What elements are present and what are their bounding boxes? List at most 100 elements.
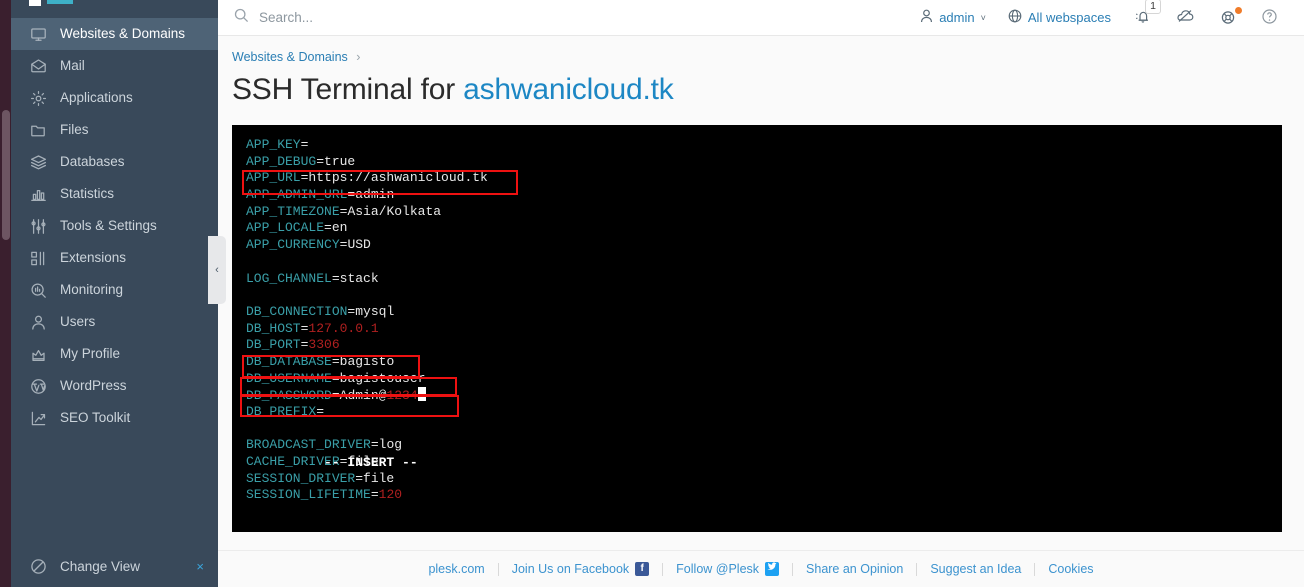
- footer-link-label: Share an Opinion: [806, 562, 904, 576]
- footer-link-follow-plesk[interactable]: Follow @Plesk: [663, 562, 792, 576]
- bar-chart-icon: [30, 186, 47, 203]
- sidebar-item-label: Applications: [60, 90, 133, 106]
- chevron-left-icon: ‹: [215, 264, 219, 276]
- env-key: DB_CONNECTION: [246, 303, 348, 319]
- terminal-line-app_locale: APP_LOCALE=en: [246, 220, 488, 237]
- sidebar-collapse-handle[interactable]: ‹: [208, 236, 226, 304]
- env-value: mysql: [355, 303, 395, 319]
- terminal-status-line: -- INSERT -- 19,23 6%: [246, 438, 1282, 522]
- webspaces-selector[interactable]: All webspaces: [997, 9, 1122, 26]
- sidebar-item-label: Mail: [60, 58, 85, 74]
- footer-link-plesk-com[interactable]: plesk.com: [415, 562, 497, 576]
- sidebar-item-websites-domains[interactable]: Websites & Domains: [11, 18, 218, 50]
- env-value: bagistouser: [339, 370, 426, 386]
- env-key: DB_DATABASE: [246, 353, 332, 369]
- terminal-line-db_connection: DB_CONNECTION=mysql: [246, 304, 488, 321]
- chevron-down-icon: ˅: [980, 12, 986, 23]
- sidebar: Websites & Domains Mail Applications Files D…: [11, 0, 218, 587]
- sidebar-item-wordpress[interactable]: WordPress: [11, 370, 218, 402]
- help-button[interactable]: [1249, 8, 1290, 28]
- breadcrumb: Websites & Domains ›: [218, 36, 1304, 64]
- env-value: USD: [347, 237, 371, 253]
- env-key: APP_DEBUG: [246, 153, 317, 169]
- change-view-label: Change View: [60, 558, 141, 574]
- env-key: DB_HOST: [246, 320, 301, 336]
- sidebar-item-label: Websites & Domains: [60, 26, 186, 42]
- env-equals: =: [331, 370, 340, 386]
- logo-wordmark-icon: [47, 0, 73, 4]
- change-view-close-icon[interactable]: ×: [196, 559, 204, 574]
- change-view-button[interactable]: Change View ×: [11, 558, 218, 575]
- envelope-icon: [30, 58, 47, 75]
- sidebar-item-label: Tools & Settings: [60, 218, 157, 234]
- footer-link-join-us-on-facebook[interactable]: Join Us on Facebook f: [499, 562, 662, 576]
- breadcrumb-link-websites-domains[interactable]: Websites & Domains: [232, 50, 348, 64]
- env-key: APP_KEY: [246, 137, 301, 152]
- left-accent-strip: [0, 0, 11, 587]
- sidebar-item-label: Files: [60, 122, 89, 138]
- plesk-logo[interactable]: [11, 0, 218, 18]
- env-value: Asia/Kolkata: [347, 203, 442, 219]
- sidebar-item-label: My Profile: [60, 346, 121, 362]
- terminal-line-app_key: APP_KEY=: [246, 137, 488, 154]
- notifications-button[interactable]: 1: [1122, 0, 1164, 28]
- env-equals: =: [331, 353, 340, 369]
- user-menu[interactable]: admin ˅: [909, 9, 997, 26]
- sidebar-item-mail[interactable]: Mail: [11, 50, 218, 82]
- terminal-line-app_timezone: APP_TIMEZONE=Asia/Kolkata: [246, 204, 488, 221]
- env-value: bagisto: [339, 353, 395, 369]
- ssh-terminal[interactable]: APP_KEY= APP_DEBUG=true APP_URL=https://as…: [232, 125, 1282, 532]
- sidebar-item-tools-settings[interactable]: Tools & Settings: [11, 210, 218, 242]
- sidebar-item-databases[interactable]: Databases: [11, 146, 218, 178]
- logo-mark-icon: [29, 0, 41, 6]
- terminal-line-app_debug: APP_DEBUG=true: [246, 154, 488, 171]
- support-button[interactable]: [1207, 6, 1249, 28]
- terminal-wrapper: APP_KEY= APP_DEBUG=true APP_URL=https://as…: [232, 125, 1296, 532]
- footer-link-share-an-opinion[interactable]: Share an Opinion: [793, 562, 916, 576]
- notification-badge: 1: [1145, 0, 1161, 14]
- env-equals: =: [324, 220, 332, 236]
- cloud-button[interactable]: [1164, 8, 1207, 27]
- question-circle-icon: [1261, 8, 1278, 28]
- crown-icon: [30, 346, 47, 363]
- search-area[interactable]: [218, 8, 909, 28]
- env-key: APP_ADMIN_URL: [246, 187, 348, 203]
- env-key: LOG_CHANNEL: [246, 270, 332, 286]
- user-name: admin: [939, 10, 975, 25]
- sidebar-item-files[interactable]: Files: [11, 114, 218, 146]
- footer-link-label: Follow @Plesk: [676, 562, 760, 576]
- sidebar-item-applications[interactable]: Applications: [11, 82, 218, 114]
- env-equals: =: [331, 388, 340, 404]
- sidebar-item-label: Databases: [60, 154, 125, 170]
- left-scrollbar-thumb[interactable]: [2, 110, 10, 240]
- globe-icon: [1008, 9, 1022, 26]
- terminal-line-app_admin_url: APP_ADMIN_URL=admin: [246, 187, 488, 204]
- search-input[interactable]: [259, 10, 579, 25]
- env-value: 3306: [308, 337, 340, 353]
- terminal-line-db_database: DB_DATABASE=bagisto: [246, 354, 488, 371]
- page-title-prefix: SSH Terminal for: [232, 73, 464, 106]
- plesk-ssh-terminal-page: Websites & Domains Mail Applications Files D…: [0, 0, 1304, 587]
- sidebar-item-label: Monitoring: [60, 282, 124, 298]
- user-icon: [30, 314, 47, 331]
- env-value: admin: [355, 187, 395, 203]
- footer-link-suggest-an-idea[interactable]: Suggest an Idea: [917, 562, 1034, 576]
- env-value: https://ashwanicloud.tk: [308, 170, 488, 186]
- terminal-line-db_username: DB_USERNAME=bagistouser: [246, 371, 488, 388]
- magnifier-chart-icon: [30, 282, 47, 299]
- sidebar-item-extensions[interactable]: Extensions: [11, 242, 218, 274]
- no-entry-icon: [30, 558, 47, 575]
- env-equals: =: [316, 153, 325, 169]
- footer-link-cookies[interactable]: Cookies: [1035, 562, 1106, 576]
- env-key: APP_CURRENCY: [246, 237, 340, 253]
- sidebar-item-monitoring[interactable]: Monitoring: [11, 274, 218, 306]
- sidebar-item-my-profile[interactable]: My Profile: [11, 338, 218, 370]
- sidebar-item-seo-toolkit[interactable]: SEO Toolkit: [11, 402, 218, 434]
- sidebar-item-users[interactable]: Users: [11, 306, 218, 338]
- sidebar-item-statistics[interactable]: Statistics: [11, 178, 218, 210]
- footer-link-label: Join Us on Facebook: [511, 562, 630, 576]
- terminal-line-app_currency: APP_CURRENCY=USD: [246, 237, 488, 254]
- gear-icon: [30, 90, 47, 107]
